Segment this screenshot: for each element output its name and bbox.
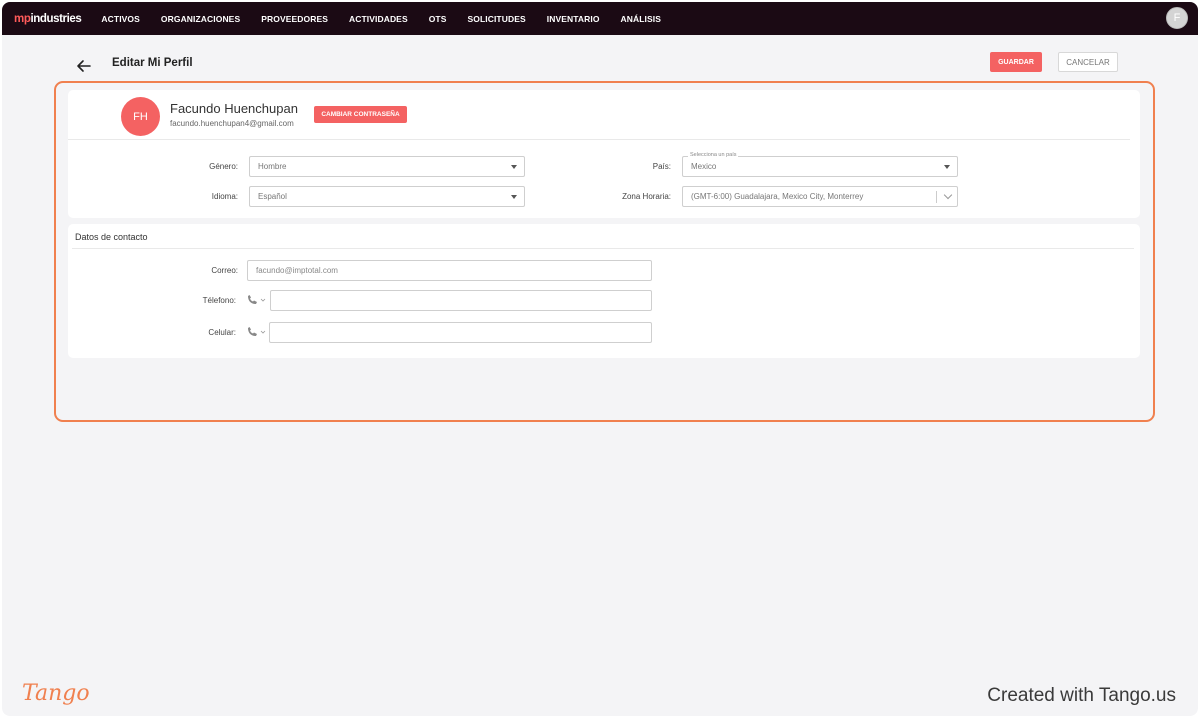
top-navbar: mpindustries ACTIVOS ORGANIZACIONES PROV… [2,2,1198,35]
nav-ots[interactable]: OTS [429,14,447,24]
nav-solicitudes[interactable]: SOLICITUDES [468,14,526,24]
back-arrow-icon[interactable] [75,57,93,75]
user-avatar[interactable]: F [1166,7,1188,29]
nav-actividades[interactable]: ACTIVIDADES [349,14,408,24]
brand-logo[interactable]: mpindustries [14,13,82,25]
nav-inventario[interactable]: INVENTARIO [547,14,600,24]
save-button[interactable]: GUARDAR [990,52,1042,72]
highlight-frame [54,81,1155,422]
page-title: Editar Mi Perfil [112,57,193,69]
tango-logo: Tango [22,681,90,706]
tango-credit: Created with Tango.us [987,685,1176,706]
nav-analisis[interactable]: ANÁLISIS [621,14,661,24]
nav-organizaciones[interactable]: ORGANIZACIONES [161,14,240,24]
nav-proveedores[interactable]: PROVEEDORES [261,14,328,24]
nav-activos[interactable]: ACTIVOS [101,14,139,24]
cancel-button[interactable]: CANCELAR [1058,52,1118,72]
app-frame: mpindustries ACTIVOS ORGANIZACIONES PROV… [2,2,1198,716]
